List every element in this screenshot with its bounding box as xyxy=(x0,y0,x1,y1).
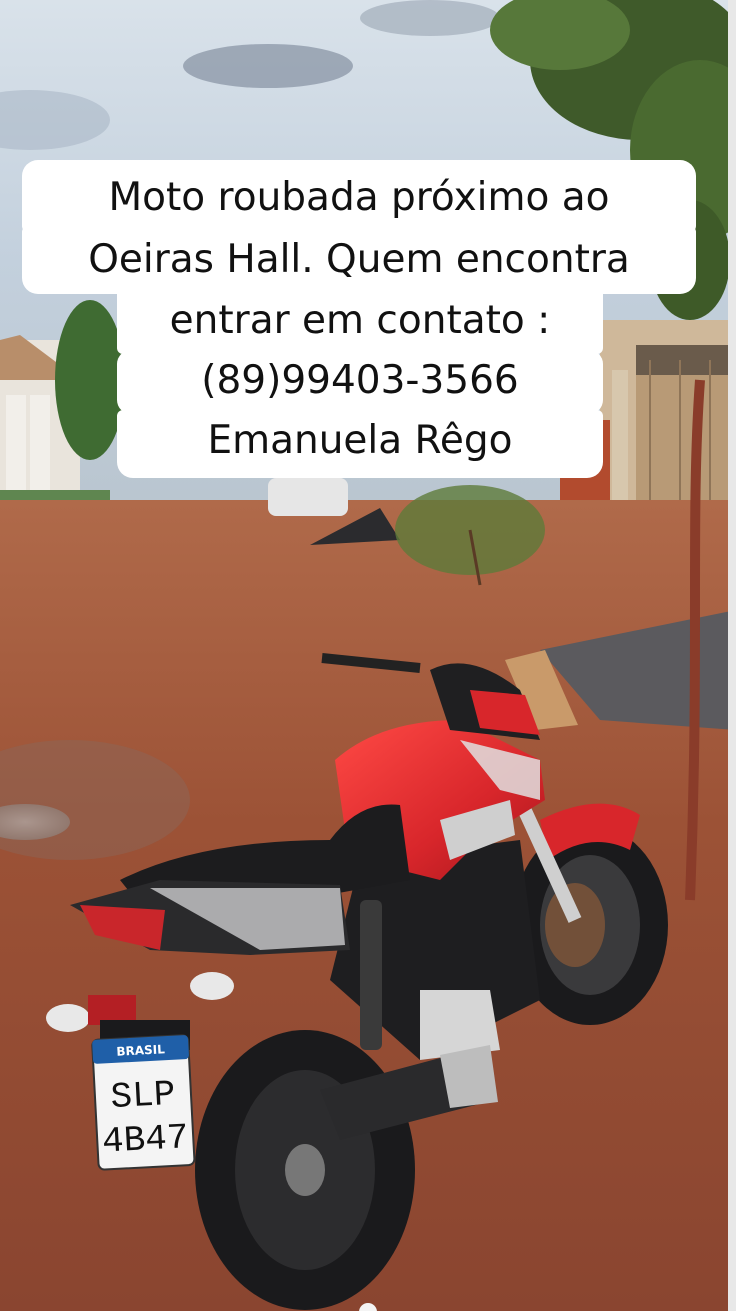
caption-line-1: Moto roubada próximo ao xyxy=(22,160,696,232)
plate-line-2: 4B47 xyxy=(101,1117,189,1162)
caption-line-4: (89)99403-3566 xyxy=(117,350,603,414)
caption-line-2: Oeiras Hall. Quem encontra xyxy=(22,226,696,294)
plate-line-1: SLP xyxy=(110,1074,177,1118)
caption-line-5: Emanuela Rêgo xyxy=(117,410,603,478)
license-plate: BRASIL SLP 4B47 xyxy=(91,1034,196,1171)
turn-signal-right xyxy=(190,972,234,1000)
turn-signal-left xyxy=(46,1004,90,1032)
plate-country: BRASIL xyxy=(116,1042,165,1059)
rear-shock xyxy=(360,900,382,1050)
cloud xyxy=(360,0,500,36)
caption-line-3: entrar em contato : xyxy=(117,290,603,354)
photo-frame: BRASIL SLP 4B47 Moto roubada próximo ao … xyxy=(0,0,736,1311)
screen-edge-bar xyxy=(728,0,736,1311)
parked-car xyxy=(268,478,348,516)
cloud xyxy=(183,44,353,88)
